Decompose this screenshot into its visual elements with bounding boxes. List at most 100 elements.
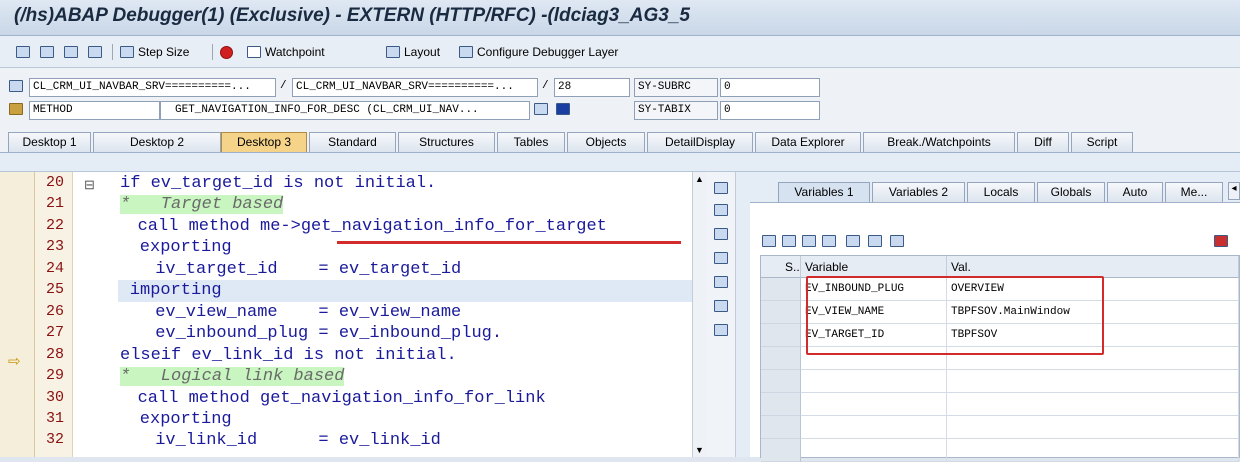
code-scrollbar[interactable]: ▲ ▼	[692, 172, 706, 457]
code-line[interactable]: if ev_target_id is not initial.	[120, 173, 436, 195]
code-line[interactable]: call method get_navigation_info_for_link	[138, 388, 546, 410]
variable-name-cell[interactable]	[801, 393, 947, 416]
swap-tool-icon[interactable]	[714, 228, 728, 240]
title-bar: (/hs)ABAP Debugger(1) (Exclusive) - EXTE…	[0, 0, 1240, 36]
tab-auto[interactable]: Auto	[1107, 182, 1163, 202]
watchpoint-button[interactable]: Watchpoint	[247, 43, 325, 61]
variable-value-cell[interactable]	[947, 370, 1239, 393]
code-text: importing	[129, 281, 222, 300]
tab-desktop-1[interactable]: Desktop 1	[8, 132, 91, 152]
tab-locals[interactable]: Locals	[967, 182, 1035, 202]
row-selector[interactable]	[761, 370, 801, 393]
code-text: ev_inbound_plug = ev_inbound_plug.	[155, 324, 503, 343]
variable-name-cell[interactable]	[801, 416, 947, 439]
tab-data-explorer[interactable]: Data Explorer	[755, 132, 861, 152]
layout-button[interactable]: Layout	[386, 43, 440, 61]
status-column-header[interactable]: S...	[761, 256, 801, 278]
variable-value-cell[interactable]	[947, 393, 1239, 416]
structure-icon[interactable]	[802, 235, 816, 247]
code-line[interactable]: iv_link_id = ev_link_id	[155, 430, 441, 452]
continue-button[interactable]	[88, 43, 102, 61]
subrc-label: SY-SUBRC	[634, 78, 718, 97]
step-return-icon	[64, 46, 78, 58]
tab-scroll-left-icon[interactable]: ◂	[1228, 182, 1240, 200]
code-line[interactable]: call method me->get_navigation_info_for_…	[138, 216, 607, 238]
row-selector[interactable]	[761, 393, 801, 416]
stop-button[interactable]	[220, 43, 233, 61]
services-icon[interactable]	[714, 300, 728, 312]
settings-icon[interactable]	[714, 324, 728, 336]
code-line[interactable]: elseif ev_link_id is not initial.	[120, 345, 457, 367]
step-size-button[interactable]: Step Size	[120, 43, 189, 61]
row-selector[interactable]	[761, 347, 801, 370]
variable-name-cell[interactable]	[801, 370, 947, 393]
tree-icon[interactable]	[846, 235, 860, 247]
tab-variables-2[interactable]: Variables 2	[872, 182, 965, 202]
separator-label: /	[280, 80, 287, 92]
maximize-icon[interactable]	[714, 252, 728, 264]
code-line[interactable]: ev_inbound_plug = ev_inbound_plug.	[155, 323, 502, 345]
tab-script[interactable]: Script	[1071, 132, 1133, 152]
delete-icon[interactable]	[762, 235, 776, 247]
highlight-box	[806, 276, 1104, 355]
tab-desktop-2[interactable]: Desktop 2	[93, 132, 221, 152]
jump-icon[interactable]	[868, 235, 882, 247]
breakpoint-gutter[interactable]: ⇨	[0, 172, 35, 457]
scroll-up-icon[interactable]: ▲	[695, 174, 704, 184]
tab-objects[interactable]: Objects	[567, 132, 645, 152]
code-line[interactable]: exporting	[140, 409, 232, 431]
new-tool-icon[interactable]	[714, 204, 728, 216]
source-code-editor[interactable]: ⇨ 20 21 22 23 24 25 26 27 28 29 30 31 32 ⊟ if ev_tar…	[0, 172, 706, 457]
separator-label: /	[542, 80, 549, 92]
code-text: iv_target_id = ev_target_id	[155, 260, 462, 279]
line-number: 25	[45, 281, 64, 298]
code-line[interactable]: * Logical link based	[120, 366, 345, 388]
include-field[interactable]: CL_CRM_UI_NAVBAR_SRV==========...	[292, 78, 538, 97]
line-field[interactable]: 28	[554, 78, 630, 97]
code-line[interactable]: iv_target_id = ev_target_id	[155, 259, 461, 281]
tab-structures[interactable]: Structures	[398, 132, 495, 152]
tab-more[interactable]: Me...	[1165, 182, 1223, 202]
tab-break-watchpoints[interactable]: Break./Watchpoints	[863, 132, 1015, 152]
step-over-button[interactable]	[40, 43, 54, 61]
variable-column-header[interactable]: Variable	[801, 256, 947, 278]
program-field[interactable]: CL_CRM_UI_NAVBAR_SRV==========...	[29, 78, 276, 97]
collapse-icon[interactable]: ⊟	[84, 177, 95, 193]
table-icon[interactable]	[782, 235, 796, 247]
variable-value-cell[interactable]	[947, 439, 1239, 462]
tab-tables[interactable]: Tables	[497, 132, 565, 152]
value-column-header[interactable]: Val.	[947, 256, 1239, 278]
event-type-field[interactable]: METHOD	[29, 101, 160, 120]
row-selector[interactable]	[761, 301, 801, 324]
navigate-icon[interactable]	[534, 103, 548, 115]
tab-diff[interactable]: Diff	[1017, 132, 1069, 152]
save-icon[interactable]	[1214, 235, 1228, 247]
tab-variables-1[interactable]: Variables 1	[778, 182, 870, 202]
variable-name-cell[interactable]	[801, 439, 947, 462]
event-name-field[interactable]: GET_NAVIGATION_INFO_FOR_DESC (CL_CRM_UI_…	[160, 101, 530, 120]
tab-detaildisplay[interactable]: DetailDisplay	[647, 132, 753, 152]
variable-value-cell[interactable]	[947, 416, 1239, 439]
step-into-button[interactable]	[16, 43, 30, 61]
info-icon[interactable]	[556, 103, 570, 115]
object-icon[interactable]	[822, 235, 836, 247]
folder-icon[interactable]	[890, 235, 904, 247]
code-line[interactable]: ev_view_name = ev_view_name	[155, 302, 461, 324]
row-selector[interactable]	[761, 416, 801, 439]
highlight-underline	[337, 241, 681, 244]
row-selector[interactable]	[761, 324, 801, 347]
expand-icon[interactable]	[714, 276, 728, 288]
configure-icon	[459, 46, 473, 58]
row-selector[interactable]	[761, 439, 801, 462]
close-icon[interactable]	[714, 182, 728, 194]
code-line[interactable]: * Target based	[120, 194, 284, 216]
step-return-button[interactable]	[64, 43, 78, 61]
code-line[interactable]: importing	[118, 280, 692, 302]
tab-standard[interactable]: Standard	[309, 132, 396, 152]
scroll-down-icon[interactable]: ▼	[695, 445, 704, 455]
code-line[interactable]: exporting	[140, 237, 232, 259]
row-selector[interactable]	[761, 278, 801, 301]
configure-layer-button[interactable]: Configure Debugger Layer	[459, 43, 618, 61]
tab-globals[interactable]: Globals	[1037, 182, 1105, 202]
tab-desktop-3[interactable]: Desktop 3	[221, 132, 307, 152]
